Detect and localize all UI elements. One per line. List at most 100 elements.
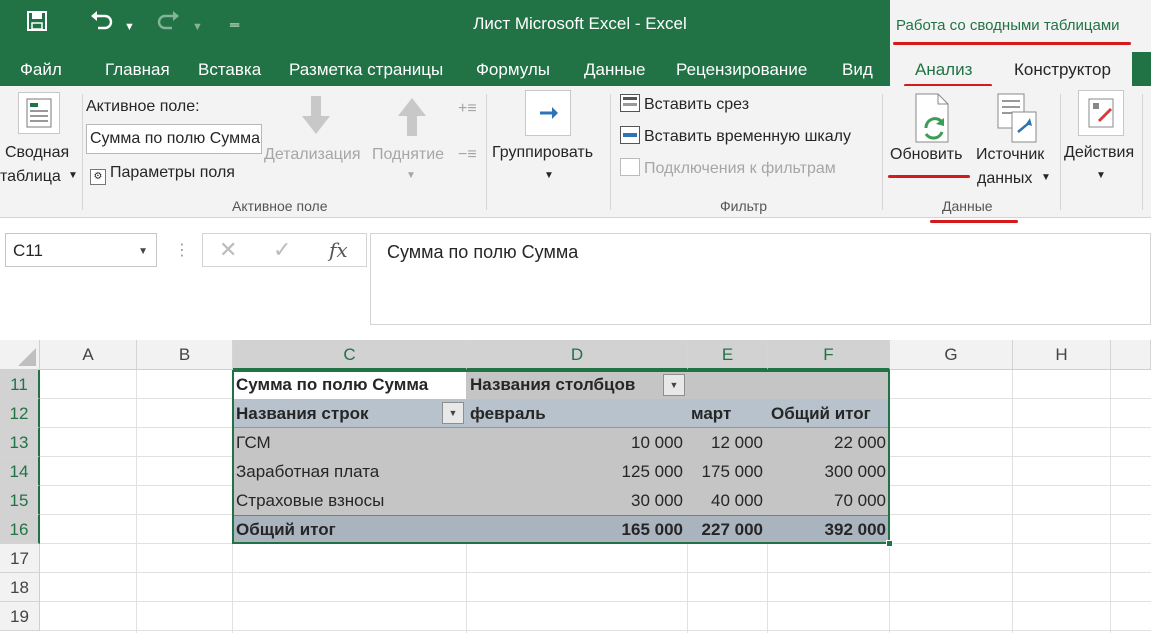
value-cell[interactable]: 175 000 xyxy=(687,457,767,486)
actions-dropdown-icon[interactable]: ▼ xyxy=(1096,170,1106,181)
gridline xyxy=(1012,370,1013,633)
group-dropdown-icon[interactable]: ▼ xyxy=(544,170,554,181)
field-settings-label: Параметры поля xyxy=(110,164,235,181)
group-button[interactable]: Группировать xyxy=(492,144,593,162)
column-header-c[interactable]: C xyxy=(233,340,467,370)
row-header-17[interactable]: 17 xyxy=(0,544,40,573)
row-label-cell[interactable]: Страховые взносы xyxy=(232,486,466,515)
value-cell[interactable]: 22 000 xyxy=(767,428,890,457)
row-header-14[interactable]: 14 xyxy=(0,457,40,486)
column-header-g[interactable]: G xyxy=(890,340,1013,370)
pivot-column-labels-cell[interactable]: Названия столбцов xyxy=(466,370,656,399)
value-cell[interactable]: 30 000 xyxy=(466,486,687,515)
actions-icon xyxy=(1078,90,1124,136)
row-header-13[interactable]: 13 xyxy=(0,428,40,457)
gridline xyxy=(136,370,137,633)
name-box-value: C11 xyxy=(13,241,43,260)
pivot-table-dropdown-icon[interactable]: ▼ xyxy=(68,170,78,181)
name-box-dropdown-icon[interactable]: ▼ xyxy=(138,246,148,257)
actions-button[interactable]: Действия xyxy=(1064,144,1134,162)
pivot-row-labels-cell[interactable]: Названия строк xyxy=(232,399,432,428)
tab-review[interactable]: Рецензирование xyxy=(676,60,807,80)
row-label-cell[interactable]: ГСМ xyxy=(232,428,466,457)
grand-total-label-cell[interactable]: Общий итог xyxy=(232,515,466,544)
gridline xyxy=(40,630,1151,631)
column-header-a[interactable]: A xyxy=(40,340,137,370)
tab-data[interactable]: Данные xyxy=(584,60,645,80)
undo-dropdown-icon[interactable]: ▼ xyxy=(124,13,135,41)
tab-home[interactable]: Главная xyxy=(105,60,170,80)
column-header-b[interactable]: B xyxy=(137,340,233,370)
row-header-19[interactable]: 19 xyxy=(0,602,40,631)
cancel-icon[interactable]: ✕ xyxy=(219,237,237,263)
row-header-16[interactable]: 16 xyxy=(0,515,40,544)
select-all-corner[interactable] xyxy=(0,340,40,370)
field-settings-button[interactable]: ⚙ Параметры поля xyxy=(90,164,235,185)
redo-dropdown-icon[interactable]: ▼ xyxy=(192,13,203,41)
pivot-title-cell[interactable]: Сумма по полю Сумма xyxy=(232,370,466,399)
undo-icon[interactable] xyxy=(88,10,114,39)
pivot-table-label-2[interactable]: таблица xyxy=(0,168,61,186)
tab-file[interactable]: Файл xyxy=(20,60,62,80)
column-header-f[interactable]: F xyxy=(768,340,890,370)
row-header-18[interactable]: 18 xyxy=(0,573,40,602)
tab-view[interactable]: Вид xyxy=(842,60,873,80)
column-header-d[interactable]: D xyxy=(467,340,688,370)
redo-icon[interactable] xyxy=(156,10,182,39)
pivot-table-icon xyxy=(18,92,60,134)
column-label-mar[interactable]: март xyxy=(687,399,767,428)
row-label-cell[interactable]: Заработная плата xyxy=(232,457,466,486)
tab-constructor[interactable]: Конструктор xyxy=(1000,52,1132,86)
data-source-dropdown-icon[interactable]: ▼ xyxy=(1041,172,1051,183)
drill-down-button[interactable]: Детализация xyxy=(264,146,361,164)
collapse-field-icon[interactable]: −≡ xyxy=(458,146,477,164)
customize-qat-icon[interactable]: ═ xyxy=(230,11,239,39)
value-cell[interactable]: 12 000 xyxy=(687,428,767,457)
column-header-e[interactable]: E xyxy=(688,340,768,370)
grand-total-value-cell[interactable]: 392 000 xyxy=(767,515,890,544)
insert-slicer-label: Вставить срез xyxy=(644,96,750,113)
drill-up-dropdown-icon[interactable]: ▼ xyxy=(406,170,416,181)
column-header-next[interactable] xyxy=(1111,340,1151,370)
tab-page-layout[interactable]: Разметка страницы xyxy=(289,60,443,80)
value-cell[interactable]: 125 000 xyxy=(466,457,687,486)
refresh-button[interactable]: Обновить xyxy=(890,146,962,164)
value-cell[interactable]: 300 000 xyxy=(767,457,890,486)
column-header-h[interactable]: H xyxy=(1013,340,1111,370)
enter-icon[interactable]: ✓ xyxy=(273,237,291,263)
value-cell[interactable]: 40 000 xyxy=(687,486,767,515)
change-data-source-button[interactable]: Источник xyxy=(976,146,1044,164)
column-label-feb[interactable]: февраль xyxy=(466,399,687,428)
pivot-table-label[interactable]: Сводная xyxy=(5,144,69,162)
filter-connections-button[interactable]: Подключения к фильтрам xyxy=(620,158,836,178)
row-labels-filter-button[interactable]: ▼ xyxy=(442,402,464,424)
change-data-source-button-2[interactable]: данных xyxy=(977,170,1032,188)
formula-input[interactable]: Сумма по полю Сумма xyxy=(370,233,1151,325)
name-box[interactable]: C11 ▼ xyxy=(5,233,157,267)
insert-timeline-label: Вставить временную шкалу xyxy=(644,128,851,145)
grand-total-value-cell[interactable]: 165 000 xyxy=(466,515,687,544)
save-icon[interactable] xyxy=(26,10,48,39)
gridline xyxy=(1110,370,1111,633)
filter-group-label: Фильтр xyxy=(720,198,768,214)
column-labels-filter-button[interactable]: ▼ xyxy=(663,374,685,396)
insert-function-icon[interactable]: fx xyxy=(329,238,348,262)
insert-timeline-button[interactable]: Вставить временную шкалу xyxy=(620,126,851,146)
insert-slicer-button[interactable]: Вставить срез xyxy=(620,94,749,114)
column-label-total[interactable]: Общий итог xyxy=(767,399,890,428)
tab-insert[interactable]: Вставка xyxy=(198,60,261,80)
row-header-11[interactable]: 11 xyxy=(0,370,40,399)
row-header-12[interactable]: 12 xyxy=(0,399,40,428)
active-field-group-label: Активное поле xyxy=(232,198,328,214)
tab-formulas[interactable]: Формулы xyxy=(476,60,550,80)
data-group-label: Данные xyxy=(942,198,993,214)
value-cell[interactable]: 70 000 xyxy=(767,486,890,515)
tab-analyze[interactable]: Анализ xyxy=(890,52,1000,86)
formula-bar-splitter-icon[interactable]: ⋮ xyxy=(174,240,190,260)
value-cell[interactable]: 10 000 xyxy=(466,428,687,457)
expand-field-icon[interactable]: +≡ xyxy=(458,100,477,118)
row-header-15[interactable]: 15 xyxy=(0,486,40,515)
grand-total-value-cell[interactable]: 227 000 xyxy=(687,515,767,544)
drill-up-button[interactable]: Поднятие xyxy=(372,146,444,164)
active-field-input[interactable]: Сумма по полю Сумма xyxy=(86,124,262,154)
